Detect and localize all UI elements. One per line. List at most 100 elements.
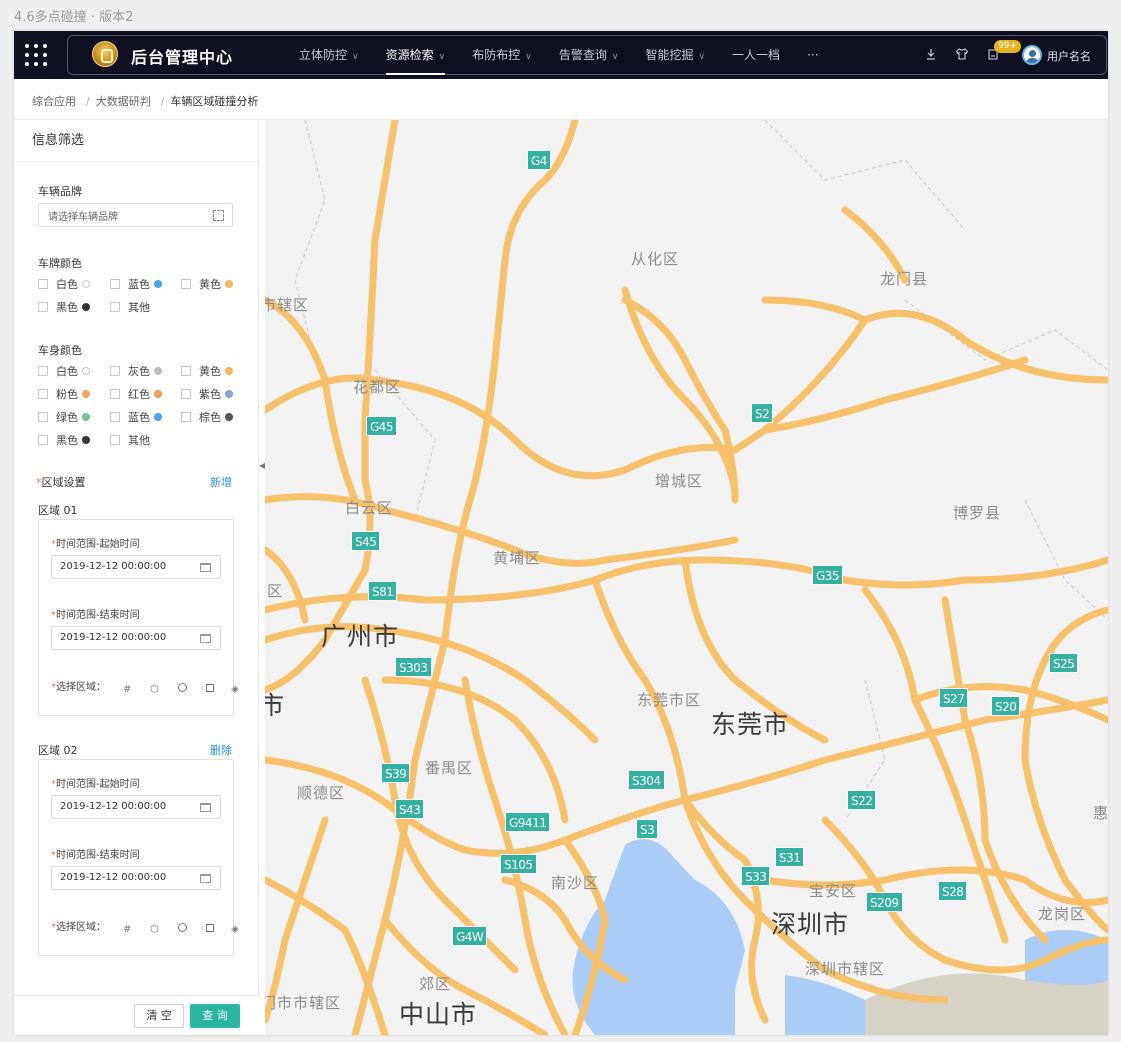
- region-name: 区域 01: [38, 504, 78, 517]
- end-time-label: *时间范围-结束时间: [51, 610, 140, 621]
- plate-color-blue-checkbox[interactable]: 蓝色: [110, 278, 162, 292]
- color-swatch: [82, 390, 90, 398]
- grid-select-icon[interactable]: #: [121, 684, 133, 696]
- highway-shield: S20: [991, 696, 1021, 716]
- brand-placeholder: 请选择车辆品牌: [48, 212, 118, 223]
- district-label: 深圳市辖区: [805, 960, 886, 978]
- plate-color-label: 车牌颜色: [38, 257, 82, 270]
- color-swatch: [154, 367, 162, 375]
- city-label: 东莞市: [711, 710, 790, 739]
- top-navigation-bar: 后台管理中心 立体防控 ∨ 资源检索 ∨ 布防布控 ∨ 告警查询 ∨ 智能挖掘 ∨ 一人一…: [14, 31, 1108, 79]
- end-time-input[interactable]: 2019-12-12 00:00:00: [51, 626, 221, 650]
- highway-shield: S3: [636, 819, 659, 839]
- body-color-other-checkbox[interactable]: 其他: [110, 434, 150, 448]
- body-color-black-checkbox[interactable]: 黑色: [38, 434, 90, 448]
- filter-actions: 清 空 查 询: [14, 995, 259, 1035]
- polygon-select-icon[interactable]: ⬡: [148, 924, 160, 936]
- body-color-green-checkbox[interactable]: 绿色: [38, 411, 90, 425]
- body-color-gray-checkbox[interactable]: 灰色: [110, 365, 162, 379]
- highway-shield: S303: [395, 657, 432, 677]
- district-label: 市辖区: [265, 296, 310, 314]
- plate-color-yellow-checkbox[interactable]: 黄色: [181, 278, 233, 292]
- eraser-icon[interactable]: ◈: [229, 924, 241, 936]
- polygon-select-icon[interactable]: ⬡: [148, 684, 160, 696]
- district-label: 郊区: [419, 975, 452, 993]
- download-icon[interactable]: [924, 47, 938, 61]
- nav-item-alert-query[interactable]: 告警查询 ∨: [559, 31, 619, 79]
- plate-color-black-checkbox[interactable]: 黑色: [38, 301, 90, 315]
- plate-color-white-checkbox[interactable]: 白色: [38, 278, 90, 292]
- color-swatch: [225, 367, 233, 375]
- delete-region-link[interactable]: 删除: [210, 742, 232, 758]
- color-swatch: [82, 367, 90, 375]
- highway-shield: S39: [381, 763, 411, 783]
- circle-select-icon[interactable]: [177, 683, 187, 692]
- color-swatch: [154, 413, 162, 421]
- add-region-link[interactable]: 新增: [210, 474, 232, 490]
- brand-label: 车辆品牌: [38, 185, 82, 198]
- district-label: 区: [267, 582, 284, 600]
- body-color-label: 车身颜色: [38, 344, 82, 357]
- area-select-tools: *选择区域： # ⬡ ◈: [51, 918, 241, 936]
- district-label: 白云区: [345, 499, 394, 517]
- filter-panel: 信息筛选 车辆品牌 请选择车辆品牌 车牌颜色 白色 蓝色 黄色 黑色 其他 车身…: [14, 120, 259, 1035]
- eraser-icon[interactable]: ◈: [229, 684, 241, 696]
- highway-shield: S33: [741, 866, 771, 886]
- chevron-down-icon: ∨: [611, 52, 619, 62]
- notification-count-badge: 99+: [994, 40, 1021, 53]
- district-label: 黄埔区: [493, 549, 542, 567]
- username[interactable]: 用户名名: [1047, 48, 1091, 64]
- breadcrumb-item[interactable]: 大数据研判: [96, 95, 151, 108]
- district-label: 龙门县: [880, 270, 929, 288]
- city-label: 市: [265, 691, 286, 720]
- nav-more-button[interactable]: ···: [807, 31, 818, 79]
- nav-item-resource-search[interactable]: 资源检索 ∨: [385, 31, 445, 79]
- region-settings-label: *区域设置: [36, 476, 86, 489]
- color-swatch: [82, 413, 90, 421]
- body-color-purple-checkbox[interactable]: 紫色: [181, 388, 233, 402]
- end-time-input[interactable]: 2019-12-12 00:00:00: [51, 866, 221, 890]
- nav-item-deployment-control[interactable]: 布防布控 ∨: [472, 31, 532, 79]
- main-nav: 立体防控 ∨ 资源检索 ∨ 布防布控 ∨ 告警查询 ∨ 智能挖掘 ∨ 一人一档 ···: [299, 31, 846, 79]
- district-label: 从化区: [631, 250, 680, 268]
- body-color-white-checkbox[interactable]: 白色: [38, 365, 90, 379]
- breadcrumb-separator: /: [86, 95, 90, 108]
- body-color-blue-checkbox[interactable]: 蓝色: [110, 411, 162, 425]
- page-caption: 4.6多点碰撞 · 版本2: [14, 10, 134, 25]
- body-color-brown-checkbox[interactable]: 棕色: [181, 411, 233, 425]
- district-label: 番禺区: [425, 759, 474, 777]
- highway-shield: S304: [628, 770, 665, 790]
- select-scan-icon: [213, 210, 224, 221]
- circle-select-icon[interactable]: [177, 923, 187, 932]
- rectangle-select-icon[interactable]: [205, 924, 214, 932]
- highway-shield: S27: [939, 688, 969, 708]
- highway-shield: S45: [351, 531, 381, 551]
- user-avatar[interactable]: [1022, 45, 1042, 65]
- map-view[interactable]: 从化区 龙门县 市辖区 花都区 增城区 博罗县 白云区 黄埔区 东莞市区 番禺区…: [265, 120, 1108, 1035]
- breadcrumb-item[interactable]: 综合应用: [32, 95, 76, 108]
- grid-select-icon[interactable]: #: [121, 924, 133, 936]
- city-label: 深圳市: [771, 910, 850, 939]
- body-color-red-checkbox[interactable]: 红色: [110, 388, 162, 402]
- brand-select[interactable]: 请选择车辆品牌: [38, 203, 233, 227]
- start-time-input[interactable]: 2019-12-12 00:00:00: [51, 555, 221, 579]
- shirt-icon[interactable]: [955, 47, 969, 61]
- nav-item-one-person-one-file[interactable]: 一人一档: [732, 31, 780, 79]
- nav-item-3d-defense[interactable]: 立体防控 ∨: [299, 31, 359, 79]
- clear-button[interactable]: 清 空: [134, 1004, 184, 1028]
- rectangle-select-icon[interactable]: [205, 684, 214, 692]
- nav-item-smart-mining[interactable]: 智能挖掘 ∨: [645, 31, 705, 79]
- body-color-pink-checkbox[interactable]: 粉色: [38, 388, 90, 402]
- color-swatch: [154, 280, 162, 288]
- breadcrumb-separator: /: [160, 95, 165, 108]
- apps-grid-icon[interactable]: [24, 43, 50, 69]
- start-time-input[interactable]: 2019-12-12 00:00:00: [51, 795, 221, 819]
- highway-shield: S209: [866, 892, 903, 912]
- plate-color-other-checkbox[interactable]: 其他: [110, 301, 150, 315]
- district-label: 顺德区: [297, 784, 346, 802]
- body-color-yellow-checkbox[interactable]: 黄色: [181, 365, 233, 379]
- end-time-label: *时间范围-结束时间: [51, 850, 140, 861]
- query-button[interactable]: 查 询: [190, 1004, 240, 1028]
- chevron-down-icon: ∨: [698, 52, 706, 62]
- filter-panel-title: 信息筛选: [14, 120, 258, 162]
